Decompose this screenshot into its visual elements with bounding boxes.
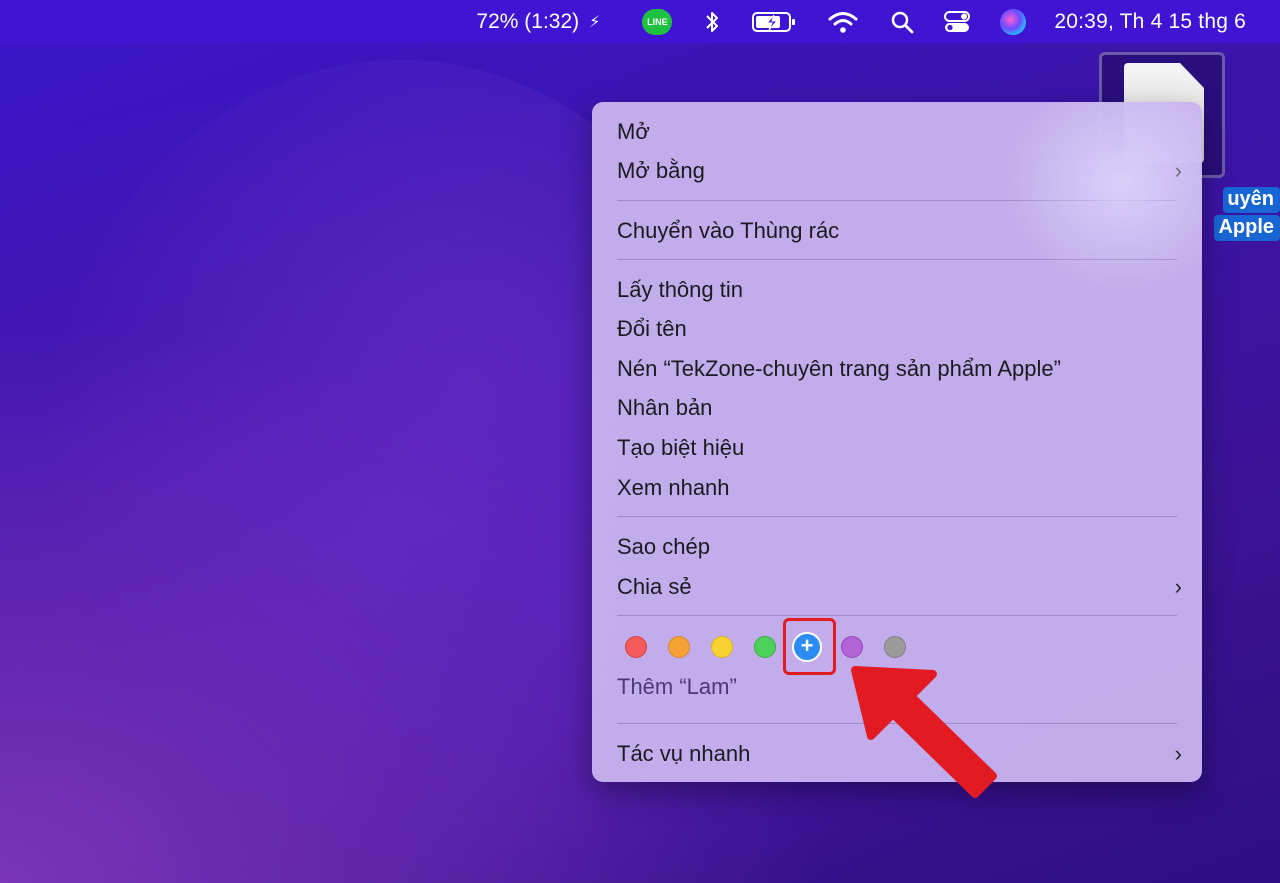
wifi-icon[interactable] xyxy=(828,0,858,43)
menu-item-copy[interactable]: Sao chép xyxy=(617,528,1182,566)
tag-green-dot[interactable] xyxy=(754,636,776,658)
menu-item-get-info[interactable]: Lấy thông tin xyxy=(617,271,1182,309)
tag-orange-dot[interactable] xyxy=(668,636,690,658)
bluetooth-icon[interactable] xyxy=(704,0,720,43)
chevron-right-icon: › xyxy=(1174,158,1182,183)
siri-icon[interactable] xyxy=(1000,8,1027,35)
menu-item-open[interactable]: Mở xyxy=(617,113,1182,151)
chevron-right-icon: › xyxy=(1174,741,1182,766)
charging-bolt-icon: ⚡ xyxy=(589,13,601,31)
menu-separator xyxy=(617,615,1177,616)
desktop-file-label-line1[interactable]: uyên xyxy=(1223,187,1280,213)
menu-separator xyxy=(617,200,1177,201)
tag-yellow-dot[interactable] xyxy=(711,636,733,658)
menu-separator xyxy=(617,516,1177,517)
search-icon[interactable] xyxy=(890,0,914,43)
battery-icon[interactable] xyxy=(752,0,796,43)
menu-item-open-with[interactable]: Mở bằng › xyxy=(617,152,1182,190)
menu-item-get-info-label: Lấy thông tin xyxy=(617,277,743,302)
menu-item-quick-look[interactable]: Xem nhanh xyxy=(617,469,1182,507)
menu-item-move-to-trash[interactable]: Chuyển vào Thùng rác xyxy=(617,212,1182,250)
menu-item-open-with-label: Mở bằng xyxy=(617,158,705,183)
menu-item-quick-actions-label: Tác vụ nhanh xyxy=(617,741,751,766)
menu-item-share-label: Chia sẻ xyxy=(617,574,692,599)
menu-item-compress-label: Nén “TekZone-chuyên trang sản phẩm Apple… xyxy=(617,356,1061,381)
menu-bar: 72% (1:32) ⚡ LINE 20:39, Th 4 15 thg 6 xyxy=(0,0,1280,43)
control-center-icon[interactable] xyxy=(944,0,971,43)
battery-status-text[interactable]: 72% (1:32) xyxy=(476,0,579,43)
menu-item-duplicate-label: Nhân bản xyxy=(617,395,713,420)
menu-item-make-alias[interactable]: Tạo biệt hiệu xyxy=(617,429,1182,467)
line-icon[interactable]: LINE xyxy=(642,8,673,35)
menu-item-quick-look-label: Xem nhanh xyxy=(617,475,730,500)
menu-item-make-alias-label: Tạo biệt hiệu xyxy=(617,435,745,460)
menu-item-share[interactable]: Chia sẻ › xyxy=(617,568,1182,606)
menu-item-open-label: Mở xyxy=(617,119,650,144)
menu-item-compress[interactable]: Nén “TekZone-chuyên trang sản phẩm Apple… xyxy=(617,350,1182,388)
menu-item-rename-label: Đổi tên xyxy=(617,316,687,341)
desktop-file-label-line2[interactable]: Apple xyxy=(1214,215,1280,241)
menu-item-copy-label: Sao chép xyxy=(617,534,710,559)
menu-bar-clock[interactable]: 20:39, Th 4 15 thg 6 xyxy=(1054,0,1246,43)
tag-red-dot[interactable] xyxy=(625,636,647,658)
menu-item-rename[interactable]: Đổi tên xyxy=(617,310,1182,348)
red-pointer-arrow-icon xyxy=(851,666,997,798)
tag-purple-dot[interactable] xyxy=(841,636,863,658)
menu-item-duplicate[interactable]: Nhân bản xyxy=(617,389,1182,427)
tag-hint-label: Thêm “Lam” xyxy=(617,674,737,699)
highlight-box xyxy=(783,618,836,675)
chevron-right-icon: › xyxy=(1174,574,1182,599)
menu-item-move-to-trash-label: Chuyển vào Thùng rác xyxy=(617,218,840,243)
tag-gray-dot[interactable] xyxy=(884,636,906,658)
menu-separator xyxy=(617,259,1177,260)
